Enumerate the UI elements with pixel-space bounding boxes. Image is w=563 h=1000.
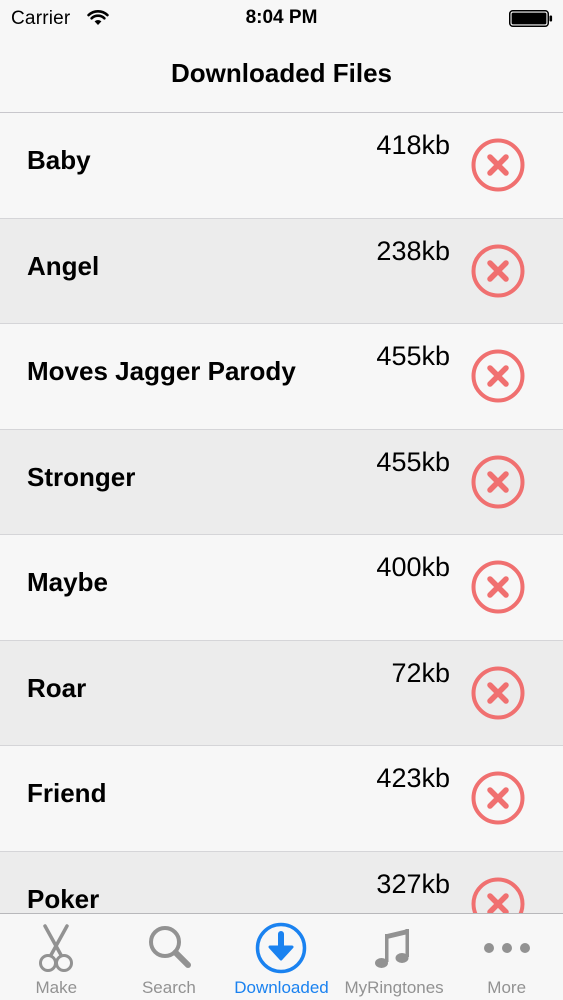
close-circle-icon [471, 455, 525, 508]
download-arrow-icon [253, 920, 309, 976]
status-time: 8:04 PM [245, 7, 318, 28]
list-item[interactable]: Moves Jagger Parody 455kb [0, 324, 563, 430]
delete-button[interactable] [470, 137, 526, 193]
file-name: Friend [27, 778, 107, 808]
file-name: Moves Jagger Parody [27, 356, 296, 386]
delete-button[interactable] [470, 348, 526, 404]
file-size: 455kb [376, 446, 450, 477]
close-circle-icon [471, 138, 525, 192]
file-name: Angel [27, 250, 100, 281]
file-size: 455kb [376, 341, 450, 371]
close-circle-icon [471, 877, 525, 913]
list-item[interactable]: Angel 238kb [0, 218, 563, 324]
delete-button[interactable] [470, 243, 526, 299]
close-circle-icon [471, 349, 525, 403]
list-item[interactable]: Friend 423kb [0, 746, 563, 852]
close-circle-icon [471, 666, 525, 719]
close-circle-icon [471, 771, 525, 825]
file-name: Maybe [27, 567, 108, 597]
file-name: Poker [27, 883, 100, 914]
file-name: Stronger [27, 461, 136, 492]
magnifier-icon [141, 920, 197, 976]
downloaded-files-list[interactable]: Baby 418kb Angel 238kb Moves Jagger Paro… [0, 113, 563, 913]
delete-button[interactable] [470, 770, 526, 826]
file-name: Baby [27, 145, 91, 175]
music-note-icon [366, 920, 422, 976]
delete-button[interactable] [470, 559, 526, 615]
file-size: 327kb [376, 868, 450, 899]
delete-button[interactable] [470, 665, 526, 721]
tab-downloaded[interactable]: Downloaded [225, 914, 338, 1000]
tab-make[interactable]: Make [0, 914, 113, 1000]
tab-label: Downloaded [234, 978, 329, 997]
battery-icon [509, 10, 553, 27]
navigation-bar: Downloaded Files [0, 38, 563, 113]
list-item[interactable]: Roar 72kb [0, 640, 563, 746]
tab-label: Search [141, 978, 196, 997]
tab-label: MyRingtones [344, 978, 444, 997]
page-title: Downloaded Files [170, 58, 393, 88]
tab-label: Make [35, 978, 78, 997]
file-name: Roar [27, 672, 87, 703]
tab-bar: Make Search Downloaded MyRingtones More [0, 913, 563, 1000]
ellipsis-icon [479, 920, 535, 976]
tab-myringtones[interactable]: MyRingtones [338, 914, 451, 1000]
delete-button[interactable] [470, 876, 526, 913]
file-size: 400kb [376, 552, 450, 582]
status-bar: Carrier 8:04 PM [0, 0, 563, 38]
file-size: 418kb [376, 130, 450, 160]
tab-search[interactable]: Search [113, 914, 226, 1000]
list-item[interactable]: Maybe 400kb [0, 535, 563, 641]
file-size: 423kb [376, 763, 450, 793]
tab-label: More [487, 978, 527, 997]
tab-more[interactable]: More [450, 914, 563, 1000]
list-item[interactable]: Baby 418kb [0, 113, 563, 219]
scissors-icon [28, 920, 84, 976]
list-item[interactable]: Stronger 455kb [0, 429, 563, 535]
list-item[interactable]: Poker 327kb [0, 851, 563, 914]
close-circle-icon [471, 244, 525, 297]
delete-button[interactable] [470, 454, 526, 510]
file-size: 72kb [391, 657, 450, 688]
close-circle-icon [471, 560, 525, 614]
file-size: 238kb [376, 235, 450, 266]
